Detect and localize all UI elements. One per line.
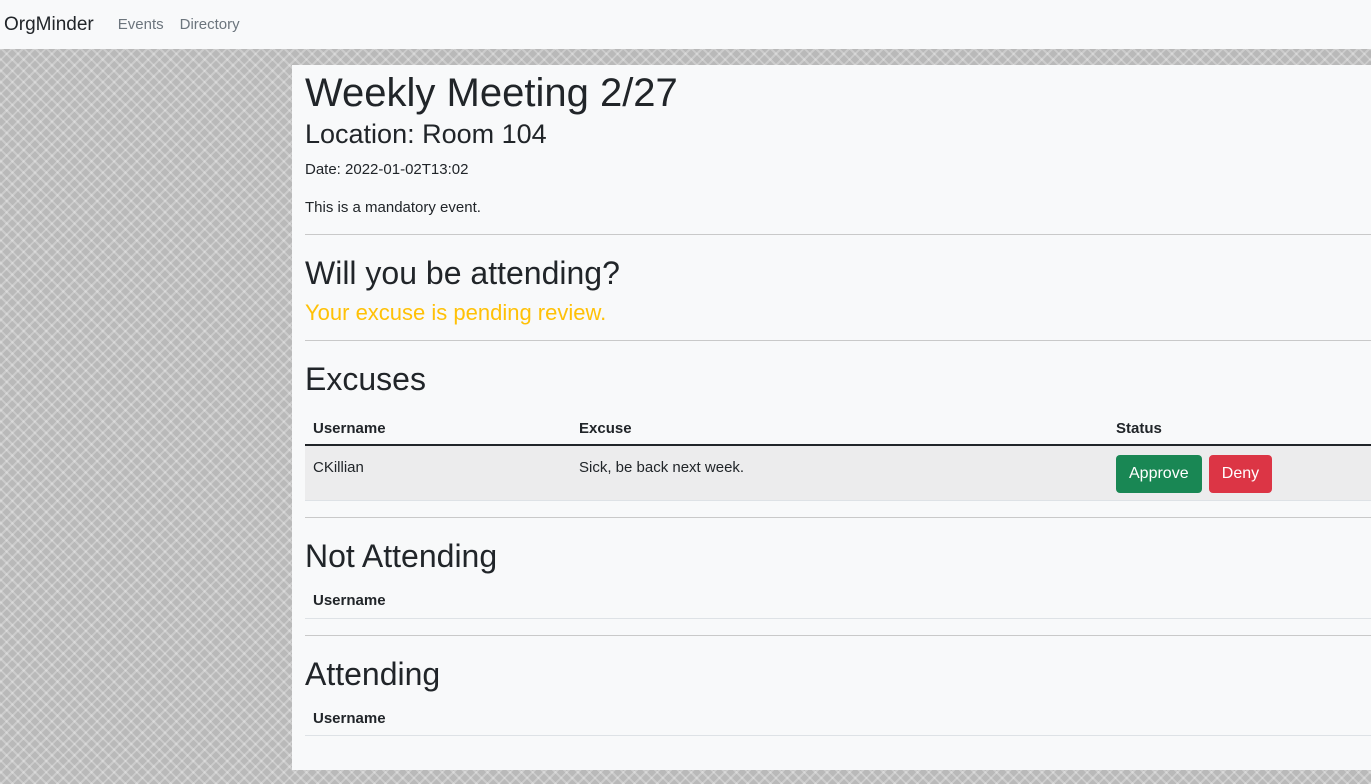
nav-link-events[interactable]: Events xyxy=(118,16,164,33)
divider xyxy=(305,339,1371,341)
column-header-username: Username xyxy=(305,407,571,447)
column-header-excuse: Excuse xyxy=(571,407,1108,447)
divider xyxy=(305,516,1371,518)
table-header-row: Username xyxy=(305,699,1371,737)
table-row: CKillian Sick, be back next week. Approv… xyxy=(305,445,1371,501)
table-header-row: Username Excuse Status xyxy=(305,407,1371,447)
divider xyxy=(305,634,1371,636)
event-date: Date: 2022-01-02T13:02 xyxy=(305,161,469,179)
event-detail-panel: Weekly Meeting 2/27 Location: Room 104 D… xyxy=(292,65,1371,770)
deny-button[interactable]: Deny xyxy=(1208,455,1273,494)
excuse-pending-message: Your excuse is pending review. xyxy=(305,299,607,325)
column-header-username: Username xyxy=(305,699,1371,737)
column-header-username: Username xyxy=(305,582,1371,619)
nav-link-directory[interactable]: Directory xyxy=(180,16,240,33)
excuses-heading: Excuses xyxy=(305,360,426,397)
top-navbar: OrgMinder Events Directory xyxy=(0,0,1371,49)
attendance-heading: Will you be attending? xyxy=(305,255,620,292)
divider xyxy=(305,234,1371,236)
excuse-status-cell: Approve Deny xyxy=(1108,445,1371,500)
attending-heading: Attending xyxy=(305,655,441,692)
event-description: This is a mandatory event. xyxy=(305,199,481,217)
event-title: Weekly Meeting 2/27 xyxy=(305,71,678,115)
attending-table: Username xyxy=(305,699,1371,737)
not-attending-table: Username xyxy=(305,582,1371,619)
not-attending-heading: Not Attending xyxy=(305,537,498,574)
brand-logo[interactable]: OrgMinder xyxy=(4,14,94,36)
column-header-status: Status xyxy=(1108,407,1371,447)
table-header-row: Username xyxy=(305,582,1371,619)
excuse-text: Sick, be back next week. xyxy=(579,459,745,477)
excuse-username: CKillian xyxy=(313,459,364,477)
approve-button[interactable]: Approve xyxy=(1116,455,1202,494)
excuses-table: Username Excuse Status CKillian Sick, be… xyxy=(305,407,1371,501)
event-location: Location: Room 104 xyxy=(305,119,547,149)
